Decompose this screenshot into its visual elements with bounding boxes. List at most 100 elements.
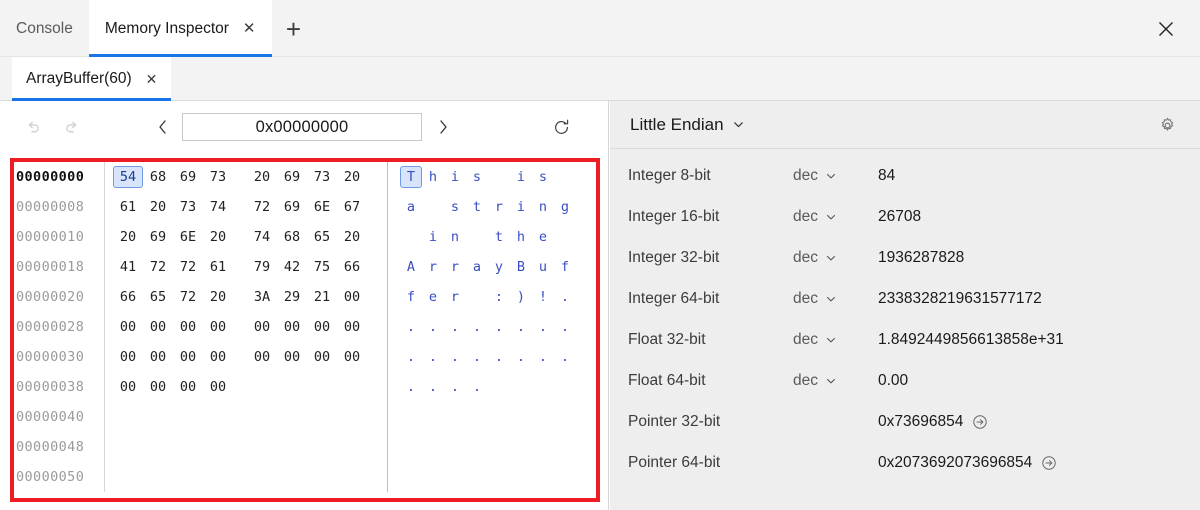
hex-byte[interactable]: 68 [143,169,173,185]
ascii-char[interactable]: : [488,289,510,305]
value-mode-dropdown[interactable]: dec [793,331,878,349]
ascii-char[interactable]: f [400,289,422,305]
ascii-char[interactable]: e [422,289,444,305]
hex-byte[interactable]: 20 [113,229,143,245]
hex-byte[interactable]: 00 [143,319,173,335]
ascii-char[interactable]: . [422,319,444,335]
ascii-char[interactable]: f [554,259,576,275]
hex-byte[interactable]: 67 [337,199,367,215]
hex-byte[interactable]: 00 [143,349,173,365]
ascii-char[interactable]: n [444,229,466,245]
ascii-char[interactable]: . [444,349,466,365]
ascii-char[interactable]: i [510,169,532,185]
hex-byte[interactable]: 66 [113,289,143,305]
ascii-char[interactable]: . [532,319,554,335]
hex-byte[interactable]: 3A [247,289,277,305]
hex-byte[interactable]: 00 [203,379,233,395]
ascii-char[interactable]: . [466,319,488,335]
hex-byte[interactable]: 75 [307,259,337,275]
ascii-char[interactable]: . [488,319,510,335]
hex-byte[interactable]: 20 [143,199,173,215]
hex-byte[interactable]: 69 [277,199,307,215]
hex-dump-grid[interactable]: 00000000 54 68 69 73 20 69 73 20 Th i s is 00000008… [14,162,596,498]
close-icon[interactable]: ✕ [146,72,158,86]
hex-byte[interactable]: 00 [307,349,337,365]
ascii-char[interactable]: A [400,259,422,275]
ascii-char[interactable]: . [400,349,422,365]
address-input[interactable]: 0x00000000 [182,113,422,141]
hex-byte[interactable]: 00 [143,379,173,395]
ascii-char[interactable]: . [488,349,510,365]
hex-byte[interactable]: 20 [203,229,233,245]
hex-byte[interactable]: 73 [307,169,337,185]
hex-byte[interactable]: 00 [113,349,143,365]
ascii-char[interactable]: . [510,349,532,365]
ascii-char[interactable]: . [422,379,444,395]
gear-icon[interactable] [1156,114,1178,136]
ascii-char[interactable]: h [422,169,444,185]
tab-console[interactable]: Console [0,0,89,57]
hex-byte[interactable]: 20 [337,169,367,185]
ascii-char[interactable]: i [444,169,466,185]
hex-byte[interactable]: 20 [337,229,367,245]
hex-byte[interactable]: 72 [143,259,173,275]
hex-byte[interactable]: 00 [337,319,367,335]
hex-byte[interactable]: 66 [337,259,367,275]
ascii-char[interactable]: . [444,319,466,335]
ascii-char[interactable]: ! [532,289,554,305]
hex-byte[interactable]: 6E [173,229,203,245]
hex-byte[interactable]: 00 [173,349,203,365]
ascii-char[interactable]: B [510,259,532,275]
refresh-icon[interactable] [548,114,574,140]
ascii-char[interactable]: r [422,259,444,275]
ascii-char[interactable]: s [466,169,488,185]
hex-byte[interactable]: 00 [113,319,143,335]
ascii-char[interactable]: s [444,199,466,215]
ascii-char[interactable]: e [532,229,554,245]
ascii-char[interactable]: t [488,229,510,245]
ascii-char[interactable]: . [554,349,576,365]
value-mode-dropdown[interactable]: dec [793,290,878,308]
hex-byte[interactable]: 72 [173,289,203,305]
ascii-char[interactable]: s [532,169,554,185]
hex-byte[interactable]: 72 [173,259,203,275]
hex-byte[interactable]: 00 [247,319,277,335]
hex-byte[interactable]: 20 [247,169,277,185]
hex-byte[interactable]: 69 [173,169,203,185]
ascii-char[interactable]: r [488,199,510,215]
hex-byte[interactable]: 68 [277,229,307,245]
ascii-char-selected[interactable]: T [400,166,422,188]
hex-byte[interactable]: 00 [247,349,277,365]
hex-byte[interactable]: 74 [247,229,277,245]
hex-byte[interactable]: 73 [203,169,233,185]
ascii-char[interactable]: . [466,349,488,365]
value-mode-dropdown[interactable]: dec [793,249,878,267]
ascii-char[interactable]: t [466,199,488,215]
hex-byte[interactable]: 00 [337,349,367,365]
ascii-char[interactable]: i [422,229,444,245]
ascii-char[interactable]: a [466,259,488,275]
hex-byte[interactable]: 72 [247,199,277,215]
ascii-char[interactable]: . [554,289,576,305]
redo-icon[interactable] [58,114,84,140]
hex-byte[interactable]: 00 [173,379,203,395]
next-page-button[interactable] [430,114,456,140]
hex-byte[interactable]: 20 [203,289,233,305]
hex-byte[interactable]: 61 [203,259,233,275]
hex-byte[interactable]: 79 [247,259,277,275]
hex-byte[interactable]: 61 [113,199,143,215]
ascii-char[interactable]: u [532,259,554,275]
hex-byte[interactable]: 00 [173,319,203,335]
hex-byte[interactable]: 21 [307,289,337,305]
ascii-char[interactable]: ) [510,289,532,305]
ascii-char[interactable]: . [554,319,576,335]
hex-byte-selected[interactable]: 54 [113,166,143,188]
ascii-char[interactable]: . [532,349,554,365]
hex-byte[interactable]: 00 [307,319,337,335]
hex-byte[interactable]: 65 [307,229,337,245]
jump-to-address-icon[interactable] [1041,455,1057,471]
hex-byte[interactable]: 00 [113,379,143,395]
value-mode-dropdown[interactable]: dec [793,208,878,226]
tab-memory-inspector[interactable]: Memory Inspector ✕ [88,0,272,57]
ascii-char[interactable]: . [400,379,422,395]
